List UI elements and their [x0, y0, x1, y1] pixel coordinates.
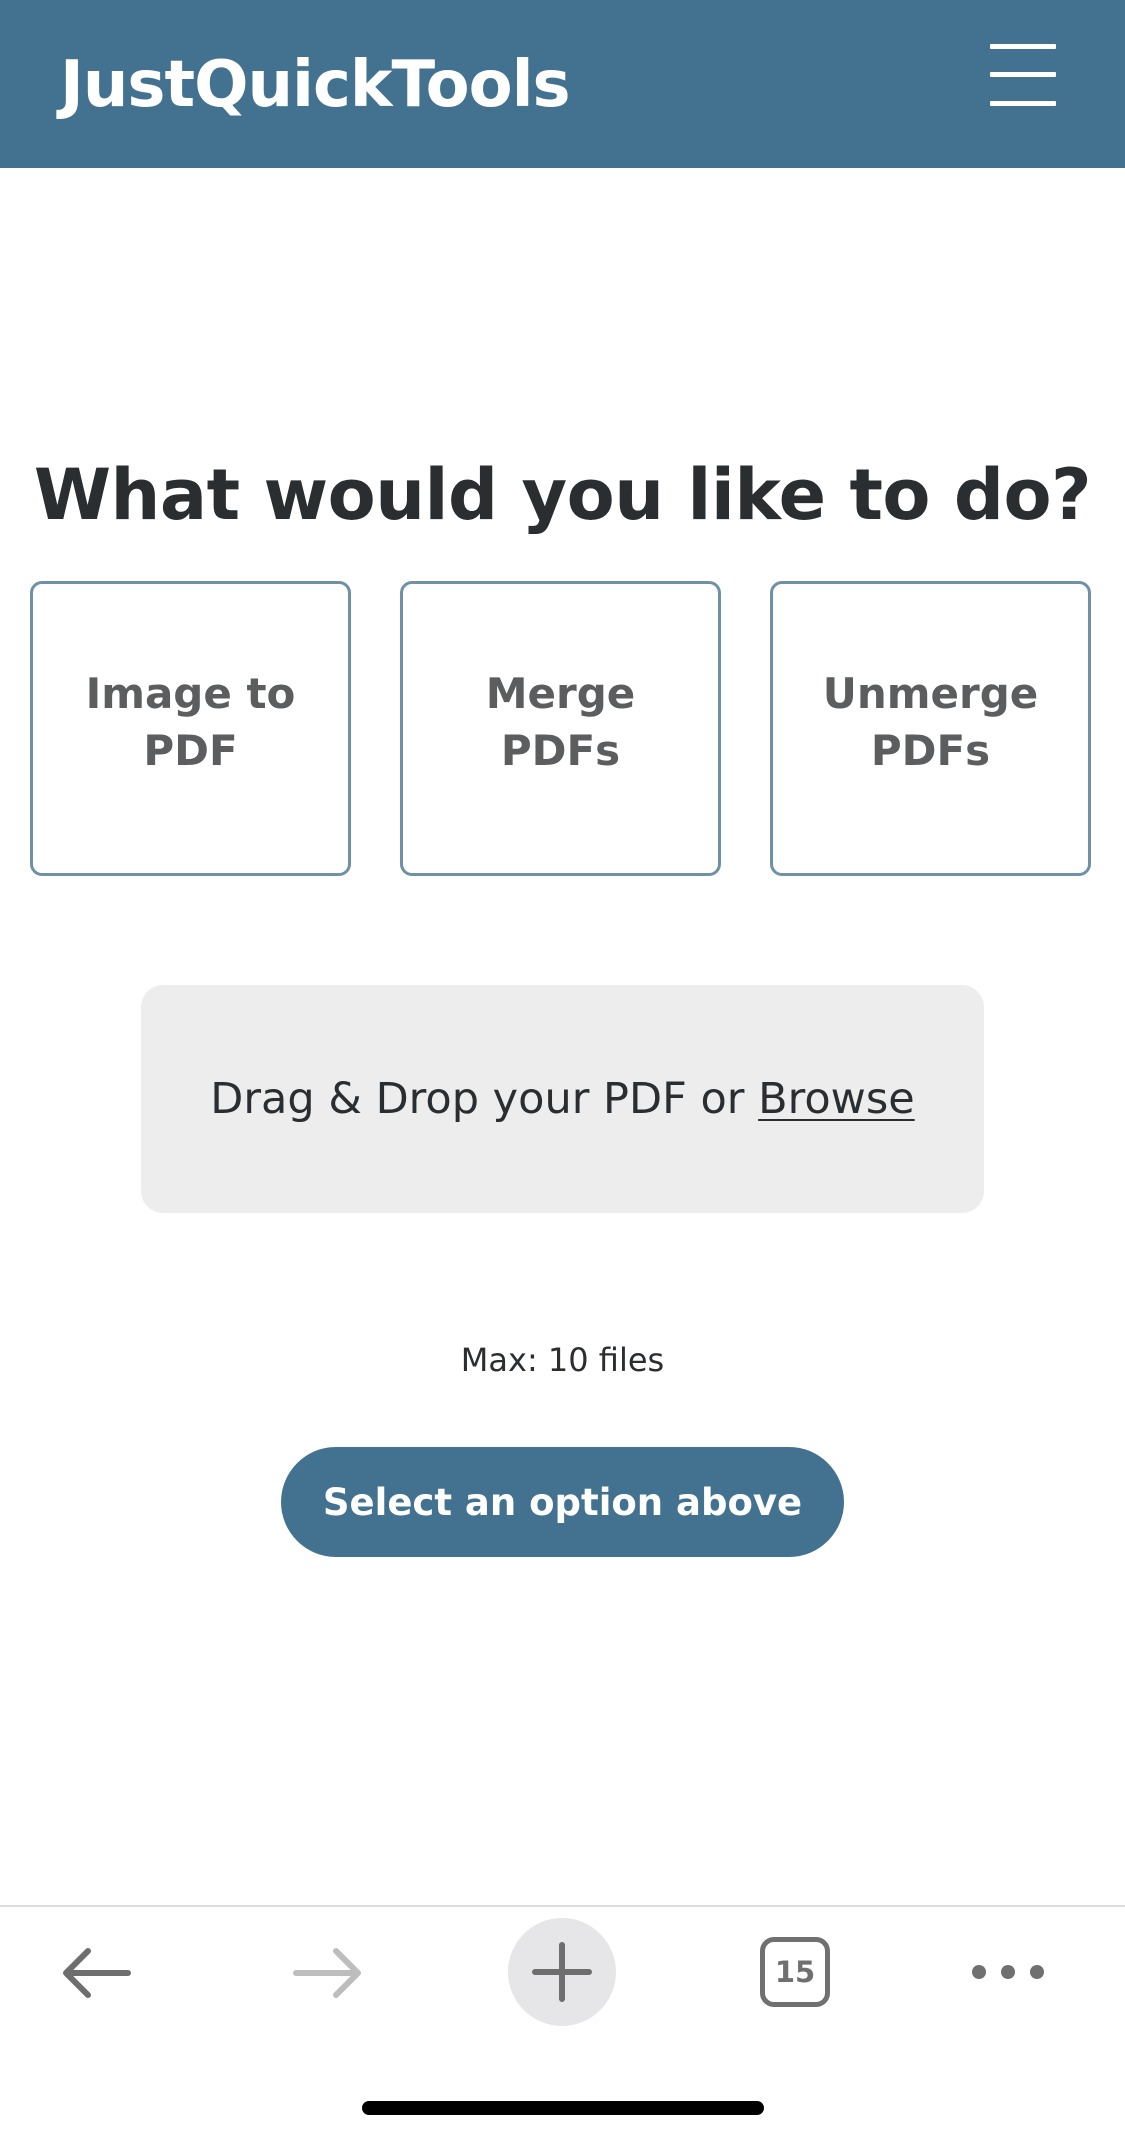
back-arrow-icon[interactable] [58, 1945, 132, 2001]
more-dots-icon[interactable] [970, 1960, 1046, 1984]
plus-icon [532, 1942, 592, 2002]
home-indicator [362, 2101, 764, 2115]
file-dropzone[interactable]: Drag & Drop your PDF or Browse [141, 985, 984, 1213]
page-title: What would you like to do? [33, 454, 1092, 536]
forward-arrow-icon[interactable] [292, 1945, 366, 2001]
new-tab-button[interactable] [508, 1918, 616, 2026]
option-label: Unmerge PDFs [822, 668, 1039, 775]
site-header: JustQuickTools [0, 0, 1125, 168]
select-option-button[interactable]: Select an option above [281, 1447, 844, 1557]
option-label: Merge PDFs [485, 668, 636, 775]
tabs-button[interactable]: 15 [760, 1937, 830, 2007]
hamburger-menu-icon[interactable] [990, 44, 1056, 106]
option-image-to-pdf[interactable]: Image to PDF [30, 581, 351, 876]
option-merge-pdfs[interactable]: Merge PDFs [400, 581, 721, 876]
site-logo[interactable]: JustQuickTools [60, 40, 571, 130]
browse-link[interactable]: Browse [758, 1074, 915, 1124]
dropzone-text: Drag & Drop your PDF or [210, 1074, 759, 1124]
tab-count: 15 [774, 1955, 816, 1989]
option-unmerge-pdfs[interactable]: Unmerge PDFs [770, 581, 1091, 876]
option-label: Image to PDF [85, 668, 296, 775]
max-files-note: Max: 10 files [460, 1341, 665, 1379]
